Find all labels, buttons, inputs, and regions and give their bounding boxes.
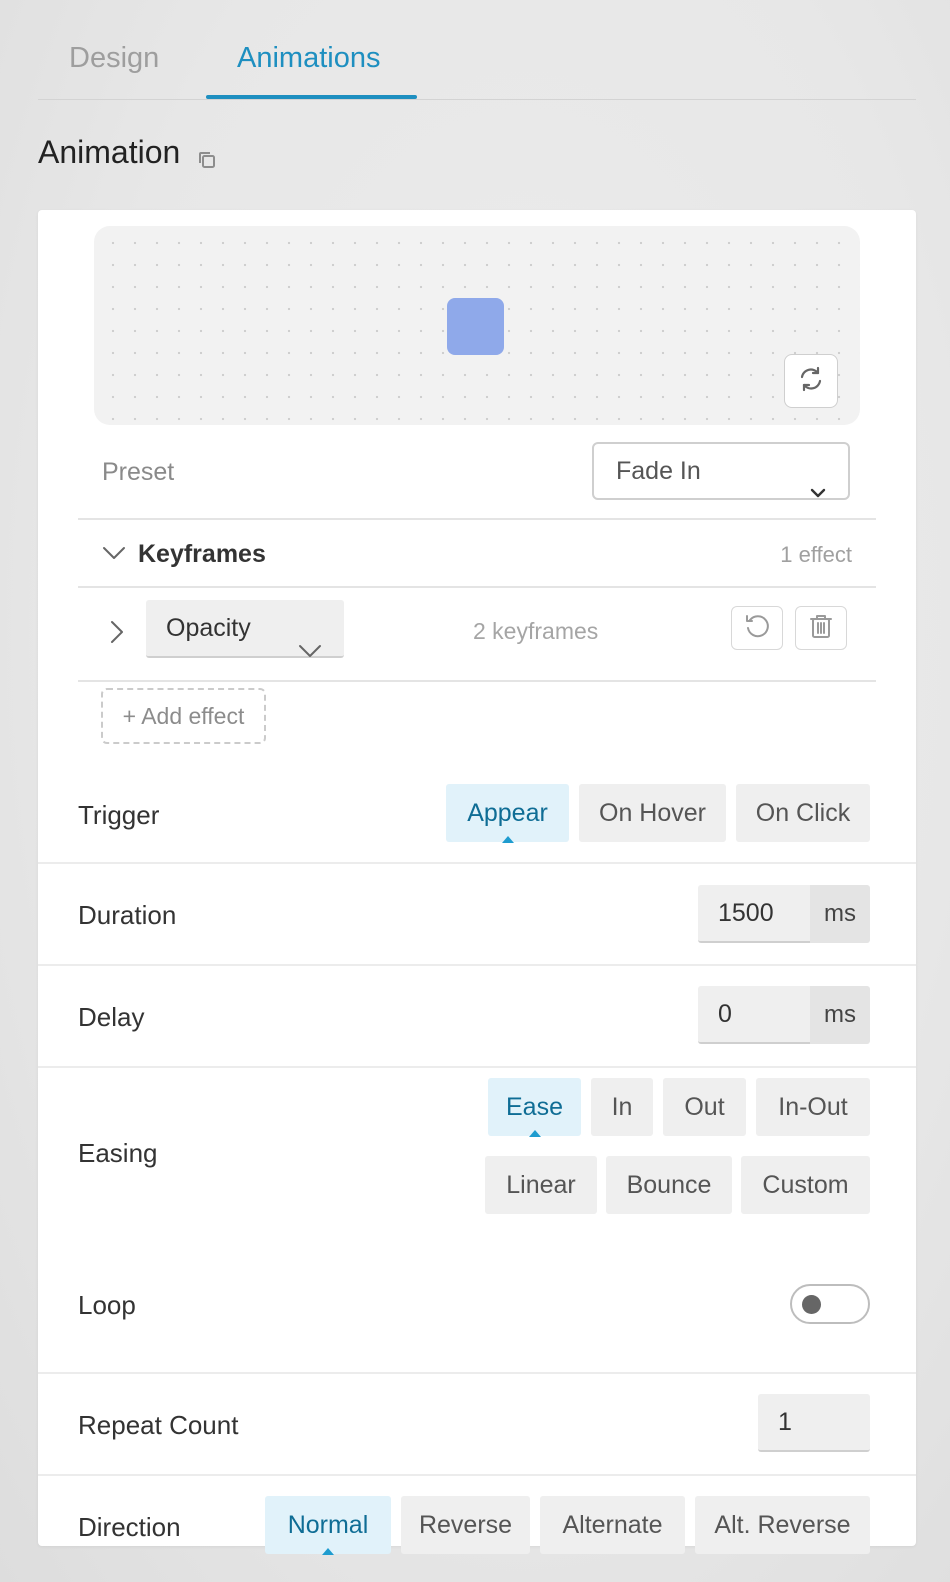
easing-option-out[interactable]: Out — [663, 1078, 746, 1136]
chevron-down-icon — [102, 546, 126, 565]
trigger-option-appear[interactable]: Appear — [446, 784, 569, 843]
direction-row: Direction Normal Reverse Alternate Alt. … — [38, 1476, 916, 1555]
preset-select[interactable]: Fade In — [592, 442, 850, 500]
section-title: Animation — [38, 134, 181, 170]
trigger-label: Trigger — [78, 800, 160, 830]
direction-option-alt-reverse[interactable]: Alt. Reverse — [695, 1496, 870, 1554]
undo-icon — [743, 612, 771, 645]
chevron-down-icon — [298, 622, 322, 678]
direction-option-reverse[interactable]: Reverse — [401, 1496, 530, 1554]
tab-bar: Design Animations — [38, 0, 916, 100]
effect-keyframe-count: 2 keyframes — [473, 618, 599, 644]
add-effect-button[interactable]: + Add effect — [101, 688, 266, 744]
easing-row: Easing Ease In Out In-Out Linear Bounce … — [38, 1068, 916, 1234]
animation-panel: Preset Fade In Keyframes 1 effect Opacit… — [38, 210, 916, 1555]
effect-property-value: Opacity — [166, 614, 251, 642]
keyframes-header[interactable]: Keyframes 1 effect — [78, 518, 876, 588]
tab-design[interactable]: Design — [69, 40, 159, 100]
direction-option-normal[interactable]: Normal — [265, 1496, 391, 1555]
toggle-knob — [802, 1295, 821, 1314]
repeat-count-row: Repeat Count 1 — [38, 1374, 916, 1476]
trash-icon — [808, 612, 834, 645]
effect-row: Opacity 2 keyframes — [78, 590, 876, 682]
trigger-row: Trigger Appear On Hover On Click — [38, 772, 916, 864]
delay-label: Delay — [78, 1002, 145, 1032]
delay-unit: ms — [810, 986, 870, 1044]
easing-option-linear[interactable]: Linear — [485, 1156, 597, 1214]
preset-value: Fade In — [616, 457, 701, 485]
easing-option-ease[interactable]: Ease — [488, 1078, 581, 1137]
direction-label: Direction — [78, 1512, 181, 1542]
easing-option-in-out[interactable]: In-Out — [756, 1078, 870, 1136]
replay-button[interactable] — [784, 354, 838, 408]
easing-option-custom[interactable]: Custom — [741, 1156, 870, 1214]
loop-row: Loop — [38, 1234, 916, 1374]
loop-label: Loop — [78, 1290, 136, 1320]
easing-option-in[interactable]: In — [591, 1078, 653, 1136]
delete-effect-button[interactable] — [795, 606, 847, 650]
active-tab-indicator — [206, 95, 417, 99]
delay-input[interactable]: 0 — [698, 986, 810, 1044]
duration-unit: ms — [810, 885, 870, 943]
reset-effect-button[interactable] — [731, 606, 783, 650]
repeat-count-input[interactable]: 1 — [758, 1394, 870, 1452]
preset-label: Preset — [102, 458, 175, 486]
easing-option-bounce[interactable]: Bounce — [606, 1156, 732, 1214]
delay-row: Delay 0 ms — [38, 966, 916, 1068]
chevron-down-icon — [810, 464, 826, 518]
effect-property-select[interactable]: Opacity — [146, 600, 344, 658]
section-header: Animation — [38, 134, 218, 171]
keyframes-count: 1 effect — [780, 542, 852, 567]
preview-element — [447, 298, 504, 355]
duration-input[interactable]: 1500 — [698, 885, 810, 943]
loop-toggle[interactable] — [790, 1284, 870, 1324]
duration-label: Duration — [78, 900, 177, 930]
animation-preview — [94, 226, 860, 425]
tab-animations[interactable]: Animations — [237, 40, 380, 100]
direction-option-alternate[interactable]: Alternate — [540, 1496, 685, 1554]
duration-row: Duration 1500 ms — [38, 864, 916, 966]
repeat-count-label: Repeat Count — [78, 1410, 239, 1440]
chevron-right-icon[interactable] — [110, 620, 124, 649]
trigger-option-on-click[interactable]: On Click — [736, 784, 870, 842]
copy-icon[interactable] — [196, 142, 218, 168]
trigger-option-on-hover[interactable]: On Hover — [579, 784, 726, 842]
easing-label: Easing — [78, 1138, 158, 1168]
refresh-icon — [797, 365, 825, 398]
keyframes-title: Keyframes — [138, 540, 266, 568]
